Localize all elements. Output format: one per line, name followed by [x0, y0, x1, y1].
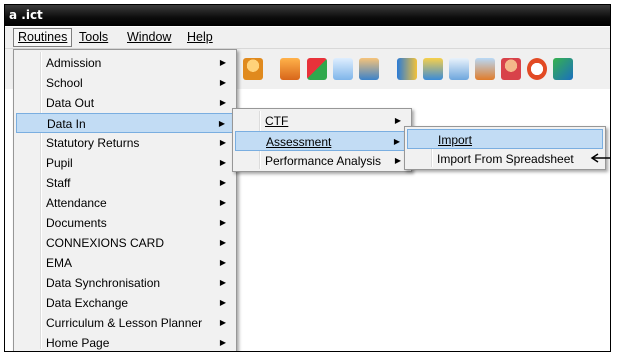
- menu-window[interactable]: Window: [123, 29, 175, 46]
- submenu-arrow-icon: ▶: [219, 338, 226, 347]
- menu-item-label: Import: [438, 133, 473, 147]
- envelope-icon[interactable]: [333, 58, 353, 80]
- menu-item-school[interactable]: School ▶: [16, 73, 234, 93]
- submenu-arrow-icon: ▶: [219, 198, 226, 207]
- menu-item-data-in[interactable]: Data In ▶: [16, 113, 234, 133]
- arrow-icon[interactable]: [553, 58, 573, 80]
- menu-item-label: Data In: [47, 117, 86, 131]
- menu-item-performance-analysis[interactable]: Performance Analysis ▶: [235, 151, 409, 171]
- menu-tools-label: Tools: [79, 30, 109, 44]
- submenu-arrow-icon: ▶: [219, 218, 226, 227]
- menu-item-label: Performance Analysis: [265, 154, 382, 168]
- menu-item-staff[interactable]: Staff ▶: [16, 173, 234, 193]
- routines-menu: Admission ▶ School ▶ Data Out ▶ Data In ▶ St…: [13, 49, 237, 351]
- menu-item-pupil[interactable]: Pupil ▶: [16, 153, 234, 173]
- menu-item-import-from-spreadsheet[interactable]: Import From Spreadsheet: [407, 149, 603, 169]
- user-icon[interactable]: [501, 58, 521, 80]
- submenu-arrow-icon: ▶: [394, 116, 401, 125]
- submenu-arrow-icon: ▶: [393, 137, 400, 146]
- clock-icon[interactable]: [527, 58, 547, 80]
- flag-icon[interactable]: [307, 58, 327, 80]
- submenu-arrow-icon: ▶: [219, 238, 226, 247]
- menu-item-documents[interactable]: Documents ▶: [16, 213, 234, 233]
- submenu-arrow-icon: ▶: [219, 138, 226, 147]
- menu-window-label: Window: [127, 30, 172, 44]
- book-icon[interactable]: [280, 58, 300, 80]
- app-window: a .ict Routines Tools Window Help Admiss…: [4, 4, 611, 352]
- submenu-arrow-icon: ▶: [219, 258, 226, 267]
- menu-routines[interactable]: Routines: [13, 28, 73, 47]
- menu-item-label: Data Exchange: [46, 296, 129, 310]
- menu-item-assessment[interactable]: Assessment ▶: [235, 131, 409, 151]
- menu-item-ctf[interactable]: CTF ▶: [235, 111, 409, 131]
- submenu-arrow-icon: ▶: [219, 298, 226, 307]
- menu-tools[interactable]: Tools: [75, 29, 112, 46]
- menu-item-label: Assessment: [266, 135, 332, 149]
- submenu-arrow-icon: ▶: [219, 178, 226, 187]
- menu-item-home-page[interactable]: Home Page ▶: [16, 333, 234, 351]
- menu-item-label: Curriculum & Lesson Planner: [46, 316, 203, 330]
- menu-item-data-synchronisation[interactable]: Data Synchronisation ▶: [16, 273, 234, 293]
- menu-item-ema[interactable]: EMA ▶: [16, 253, 234, 273]
- menu-item-label: Home Page: [46, 336, 110, 350]
- menu-item-label: CONNEXIONS CARD: [46, 236, 165, 250]
- menu-item-statutory-returns[interactable]: Statutory Returns ▶: [16, 133, 234, 153]
- menu-item-label: Documents: [46, 216, 107, 230]
- menu-help-label: Help: [187, 30, 213, 44]
- menu-item-label: Admission: [46, 56, 102, 70]
- submenu-arrow-icon: ▶: [219, 318, 226, 327]
- menu-item-label: CTF: [265, 114, 289, 128]
- submenu-arrow-icon: ▶: [219, 278, 226, 287]
- menu-item-data-exchange[interactable]: Data Exchange ▶: [16, 293, 234, 313]
- edit-icon[interactable]: [475, 58, 495, 80]
- menu-item-data-out[interactable]: Data Out ▶: [16, 93, 234, 113]
- chart-icon[interactable]: [397, 58, 417, 80]
- window-title: a .ict: [5, 5, 610, 26]
- submenu-arrow-icon: ▶: [219, 78, 226, 87]
- pointer-arrow-icon: [590, 153, 610, 163]
- menu-item-label: Import From Spreadsheet: [437, 152, 574, 166]
- menu-item-label: Data Synchronisation: [46, 276, 161, 290]
- submenu-arrow-icon: ▶: [219, 158, 226, 167]
- menu-item-import[interactable]: Import: [407, 129, 603, 149]
- menubar: Routines Tools Window Help: [5, 27, 610, 49]
- contact-icon[interactable]: [359, 58, 379, 80]
- menu-item-label: Attendance: [46, 196, 107, 210]
- submenu-arrow-icon: ▶: [219, 58, 226, 67]
- menu-item-label: Statutory Returns: [46, 136, 140, 150]
- menu-item-label: School: [46, 76, 83, 90]
- people-icon[interactable]: [423, 58, 443, 80]
- menu-item-label: Staff: [46, 176, 71, 190]
- list-icon[interactable]: [449, 58, 469, 80]
- menu-item-admission[interactable]: Admission ▶: [16, 53, 234, 73]
- data-in-submenu: CTF ▶ Assessment ▶ Performance Analysis ▶: [232, 108, 412, 172]
- menu-item-label: Pupil: [46, 156, 73, 170]
- submenu-arrow-icon: ▶: [218, 119, 225, 128]
- submenu-arrow-icon: ▶: [394, 156, 401, 165]
- menu-item-attendance[interactable]: Attendance ▶: [16, 193, 234, 213]
- person-icon[interactable]: [243, 58, 263, 80]
- menu-help[interactable]: Help: [183, 29, 217, 46]
- assessment-submenu: Import Import From Spreadsheet: [404, 126, 606, 170]
- menu-item-curriculum-lesson-planner[interactable]: Curriculum & Lesson Planner ▶: [16, 313, 234, 333]
- menu-item-label: EMA: [46, 256, 73, 270]
- menu-item-connexions-card[interactable]: CONNEXIONS CARD ▶: [16, 233, 234, 253]
- menu-item-label: Data Out: [46, 96, 95, 110]
- submenu-arrow-icon: ▶: [219, 98, 226, 107]
